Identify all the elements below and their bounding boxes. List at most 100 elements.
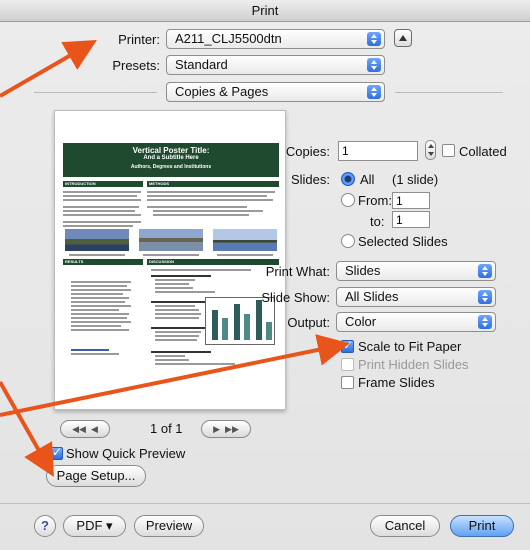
poster-section-introduction: INTRODUCTION [63,181,143,187]
separator-right [395,92,503,93]
popup-stepper-icon [367,32,381,46]
poster-text-line [153,214,249,216]
popup-stepper-icon [478,315,492,329]
poster-photo [65,229,129,251]
slides-all-label: All [360,172,375,187]
popup-stepper-icon [367,85,381,99]
section-popup[interactable]: Copies & Pages [166,82,385,102]
poster-text-line [63,210,135,212]
poster-text-line [63,225,133,227]
slide-show-popup[interactable]: All Slides [336,287,496,307]
separator-left [34,92,157,93]
printer-label: Printer: [118,32,160,47]
preview-button[interactable]: Preview [134,515,204,537]
page-setup-button[interactable]: Page Setup... [46,465,146,487]
poster-text-line [155,313,201,315]
poster-caption [217,254,273,256]
poster-text-line [155,363,235,365]
poster-text-line [71,309,119,311]
poster-text-line [155,283,189,285]
window-title: Print [0,0,530,22]
poster-text-line [151,351,211,353]
next-page-icon: ▶ [213,424,221,434]
selected-slides-radio[interactable] [341,234,355,248]
popup-stepper-icon [478,264,492,278]
printer-value: A211_CLJ5500dtn [175,31,282,46]
poster-chart-bar [212,310,218,340]
output-popup[interactable]: Color [336,312,496,332]
poster-text-line [71,325,121,327]
copies-label: Copies: [285,144,330,159]
frame-slides-label: Frame Slides [358,375,435,390]
frame-slides-checkbox[interactable] [341,376,354,389]
poster-text-line [63,206,139,208]
poster-text-line [147,191,275,193]
poster-text-line [151,327,207,329]
show-quick-preview-checkbox[interactable] [50,445,63,460]
first-page-icon: ◀◀ [72,424,86,434]
poster-text-line [153,210,263,212]
poster-text-line [71,305,131,307]
poster-text-line [71,317,127,319]
slides-to-field[interactable] [392,211,430,228]
poster-text-line [155,355,185,357]
poster-text-line [155,335,199,337]
poster-text-line [63,191,141,193]
poster-text-line [155,287,193,289]
poster-text-line [71,293,123,295]
section-value: Copies & Pages [175,84,269,99]
print-button[interactable]: Print [450,515,514,537]
poster-text-line [71,281,131,283]
preview-first-prev-button[interactable]: ◀◀ ◀ [60,420,110,438]
poster-text-line [155,359,189,361]
poster-text-line [71,313,129,315]
print-what-label: Print What: [265,264,330,279]
poster-authors: Authors, Degrees and Institutions [130,164,212,170]
print-hidden-slides-label: Print Hidden Slides [358,357,469,372]
slides-all-radio[interactable] [341,172,355,186]
poster-text-line [155,305,195,307]
slides-from-label: From: [358,193,392,208]
print-what-popup[interactable]: Slides [336,261,496,281]
output-label: Output: [287,315,330,330]
cancel-button[interactable]: Cancel [370,515,440,537]
output-value: Color [345,314,377,329]
slides-from-field[interactable] [392,192,430,209]
poster-text-line [147,206,247,208]
disclosure-triangle-icon[interactable] [394,29,412,47]
poster-photo [213,229,277,251]
printer-popup[interactable]: A211_CLJ5500dtn [166,29,385,49]
poster-chart-bar [222,318,228,340]
slides-label: Slides: [290,172,330,187]
poster-text-line [71,353,119,355]
poster-text-line [151,269,251,271]
copies-stepper[interactable] [425,140,436,160]
poster-photo [139,229,203,251]
presets-popup[interactable]: Standard [166,55,385,75]
preview-next-last-button[interactable]: ▶ ▶▶ [201,420,251,438]
prev-page-icon: ◀ [90,424,98,434]
selected-slides-label: Selected Slides [358,234,448,249]
poster-text-line [155,291,215,293]
poster-text-line [71,329,129,331]
poster-text-line [63,195,137,197]
pdf-button[interactable]: PDF ▾ [63,515,126,537]
slides-from-radio[interactable] [341,193,355,207]
page-indicator: 1 of 1 [150,421,183,436]
question-mark-icon[interactable]: ? [34,515,56,537]
poster-text-line [155,339,197,341]
poster-text-line [155,331,201,333]
poster-text-line [155,309,199,311]
print-dialog: Print Printer: A211_CLJ5500dtn Presets: … [0,0,530,550]
scale-to-fit-checkbox[interactable] [341,338,354,353]
poster-text-line [63,221,141,223]
poster-section-results: RESULTS [63,259,143,265]
slide-show-label: Slide Show: [261,290,330,305]
copies-field[interactable] [338,141,418,161]
collated-checkbox[interactable] [442,144,455,157]
annotation-arrow-page-setup [0,381,54,477]
print-hidden-slides-checkbox[interactable] [341,358,354,371]
popup-stepper-icon [367,58,381,72]
poster-text-line [71,349,109,351]
poster-text-line [147,195,267,197]
